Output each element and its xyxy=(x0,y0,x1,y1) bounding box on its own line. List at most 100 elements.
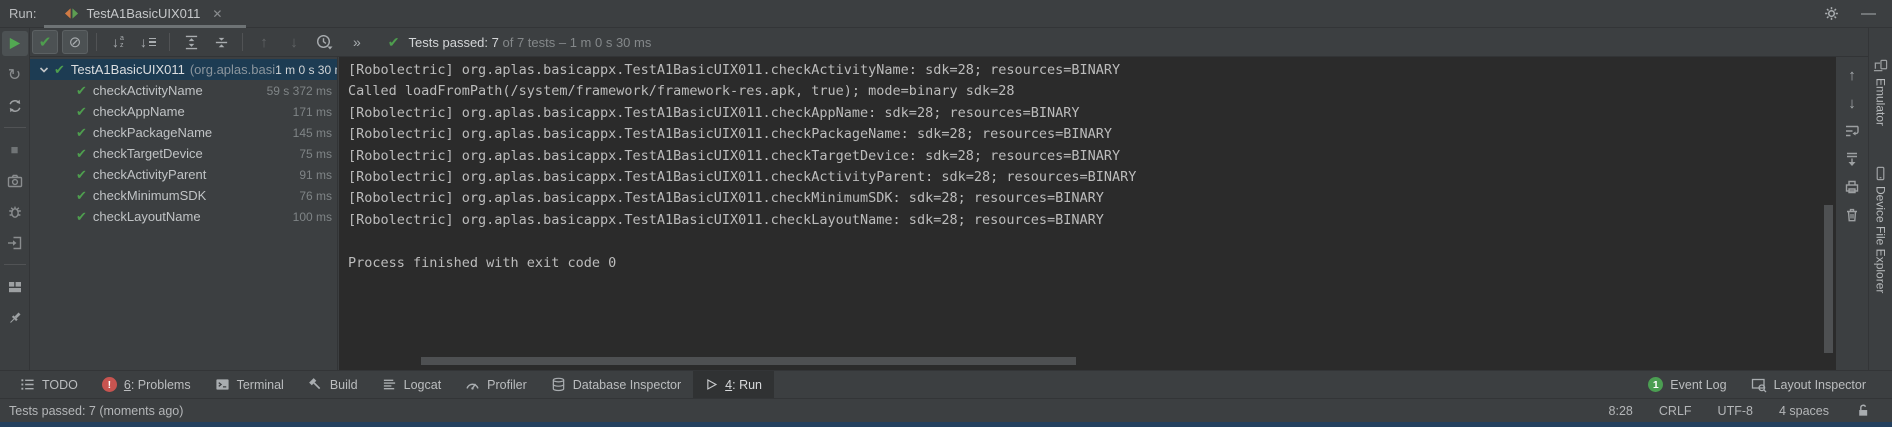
toolwindow-label: Logcat xyxy=(404,378,442,392)
test-passed-icon: ✔ xyxy=(76,125,87,141)
console-line xyxy=(348,231,1836,252)
toolwindow-label: 6: Problems xyxy=(124,378,191,392)
test-tree-panel: ✔ TestA1BasicUIX011 (org.aplas.basi 1 m … xyxy=(30,57,338,370)
cursor-position[interactable]: 8:28 xyxy=(1609,404,1633,418)
test-duration: 91 ms xyxy=(299,168,337,182)
scroll-to-end-button[interactable] xyxy=(1840,147,1864,171)
toolwindow-database-inspector[interactable]: Database Inspector xyxy=(539,371,693,399)
screen-capture-button[interactable] xyxy=(2,168,28,193)
previous-occurrence-button[interactable]: ↑ xyxy=(251,30,277,54)
tree-row-test[interactable]: ✔ checkTargetDevice 75 ms xyxy=(30,143,337,164)
attach-debugger-button[interactable] xyxy=(2,199,28,224)
pin-tab-button[interactable] xyxy=(2,305,28,330)
console-line: [Robolectric] org.aplas.basicappx.TestA1… xyxy=(348,103,1836,124)
soft-wrap-icon xyxy=(1844,123,1860,139)
tests-passed-detail: of 7 tests – 1 m 0 s 30 ms xyxy=(499,35,651,50)
stop-button[interactable]: ■ xyxy=(2,137,28,162)
tests-passed-count: 7 xyxy=(492,35,499,50)
console-line: [Robolectric] org.aplas.basicappx.TestA1… xyxy=(348,146,1836,167)
test-passed-icon: ✔ xyxy=(76,188,87,204)
print-button[interactable] xyxy=(1840,175,1864,199)
clear-all-button[interactable] xyxy=(1840,203,1864,227)
tool-stripe-device-file-explorer[interactable]: Device File Explorer xyxy=(1873,166,1888,293)
stop-icon: ■ xyxy=(11,142,19,157)
close-icon[interactable]: ✕ xyxy=(210,7,224,21)
down-arrow-icon: ↓ xyxy=(1848,95,1856,112)
sort-duration-icon: ↓ xyxy=(140,34,156,50)
expand-all-icon xyxy=(184,35,199,50)
test-history-button[interactable] xyxy=(311,30,337,54)
test-run-summary: ✔ Tests passed: 7 of 7 tests – 1 m 0 s 3… xyxy=(388,34,652,51)
trash-icon xyxy=(1844,207,1860,223)
vertical-scrollbar[interactable] xyxy=(1824,205,1833,353)
scroll-up-button[interactable]: ↑ xyxy=(1840,63,1864,87)
printer-icon xyxy=(1844,179,1860,195)
toolwindow-layout-inspector[interactable]: Layout Inspector xyxy=(1739,371,1878,399)
import-icon xyxy=(7,235,23,251)
sort-by-duration-button[interactable]: ↓ xyxy=(135,30,161,54)
tests-passed-label: Tests passed: xyxy=(409,35,489,50)
run-tab-testa1basicuix011[interactable]: TestA1BasicUIX011 ✕ xyxy=(58,0,234,28)
soft-wrap-button[interactable] xyxy=(1840,119,1864,143)
console-line: [Robolectric] org.aplas.basicappx.TestA1… xyxy=(348,167,1836,188)
hide-panel-icon[interactable]: — xyxy=(1861,5,1876,22)
scroll-down-button[interactable]: ↓ xyxy=(1840,91,1864,115)
tree-row-test[interactable]: ✔ checkMinimumSDK 76 ms xyxy=(30,185,337,206)
line-ending-indicator[interactable]: CRLF xyxy=(1659,404,1692,418)
tool-stripe-emulator[interactable]: Emulator xyxy=(1873,58,1888,126)
next-occurrence-button[interactable]: ↓ xyxy=(281,30,307,54)
tree-row-test[interactable]: ✔ checkActivityName 59 s 372 ms xyxy=(30,80,337,101)
slash-icon: ⊘ xyxy=(69,33,82,51)
restore-layout-button[interactable] xyxy=(2,274,28,299)
down-arrow-icon: ↓ xyxy=(290,34,298,51)
test-duration: 76 ms xyxy=(299,189,337,203)
toolwindow-label: Database Inspector xyxy=(573,378,681,392)
toolwindow-terminal[interactable]: Terminal xyxy=(203,371,296,399)
run-config-icon xyxy=(64,6,79,21)
toolwindow-todo[interactable]: TODO xyxy=(8,371,90,399)
pin-icon xyxy=(7,310,23,326)
rerun-tests-button[interactable] xyxy=(2,31,28,56)
tree-row-root[interactable]: ✔ TestA1BasicUIX011 (org.aplas.basi 1 m … xyxy=(30,59,337,80)
gear-icon[interactable] xyxy=(1824,6,1839,21)
clock-icon xyxy=(316,34,333,50)
lock-icon[interactable] xyxy=(1855,403,1870,418)
toolwindow-build[interactable]: Build xyxy=(296,371,370,399)
toolwindow-profiler[interactable]: Profiler xyxy=(453,371,539,399)
toolwindow-logcat[interactable]: Logcat xyxy=(370,371,454,399)
toggle-auto-test-button[interactable] xyxy=(2,93,28,118)
tree-row-test[interactable]: ✔ checkAppName 171 ms xyxy=(30,101,337,122)
collapse-all-button[interactable] xyxy=(208,30,234,54)
test-duration: 1 m 0 s 30 ms xyxy=(275,63,337,77)
test-duration: 100 ms xyxy=(293,210,337,224)
status-bar: Tests passed: 7 (moments ago) 8:28 CRLF … xyxy=(0,398,1892,422)
encoding-indicator[interactable]: UTF-8 xyxy=(1718,404,1753,418)
run-panel-title: Run: xyxy=(9,6,36,21)
test-name: checkMinimumSDK xyxy=(93,188,206,203)
refresh-icon xyxy=(7,98,23,114)
rerun-failed-icon: ↻ xyxy=(8,65,21,85)
database-icon xyxy=(551,377,566,392)
problems-badge: ! xyxy=(102,377,117,392)
import-test-results-button[interactable] xyxy=(2,230,28,255)
show-passed-button[interactable]: ✔ xyxy=(32,30,58,54)
indent-indicator[interactable]: 4 spaces xyxy=(1779,404,1829,418)
toolwindow-problems[interactable]: ! 6: Problems xyxy=(90,371,203,399)
run-left-toolbar: ↻ ■ xyxy=(0,28,30,370)
horizontal-scrollbar[interactable] xyxy=(421,357,1076,365)
sort-alphabetically-button[interactable]: ↓ az xyxy=(105,30,131,54)
toolwindow-run[interactable]: 4: Run xyxy=(693,371,774,399)
test-name: checkAppName xyxy=(93,104,185,119)
expand-all-button[interactable] xyxy=(178,30,204,54)
tree-row-test[interactable]: ✔ checkPackageName 145 ms xyxy=(30,122,337,143)
tree-row-test[interactable]: ✔ checkActivityParent 91 ms xyxy=(30,164,337,185)
toolwindow-event-log[interactable]: 1 Event Log xyxy=(1636,371,1738,399)
tool-stripe-label: Emulator xyxy=(1874,78,1888,126)
more-actions-icon[interactable]: » xyxy=(353,34,362,50)
show-ignored-button[interactable]: ⊘ xyxy=(62,30,88,54)
tree-row-test[interactable]: ✔ checkLayoutName 100 ms xyxy=(30,206,337,227)
test-toolbar: ✔ ⊘ ↓ az ↓ xyxy=(30,28,1868,57)
chevron-down-icon[interactable] xyxy=(38,64,50,76)
test-duration: 59 s 372 ms xyxy=(267,84,337,98)
rerun-failed-tests-button[interactable]: ↻ xyxy=(2,62,28,87)
